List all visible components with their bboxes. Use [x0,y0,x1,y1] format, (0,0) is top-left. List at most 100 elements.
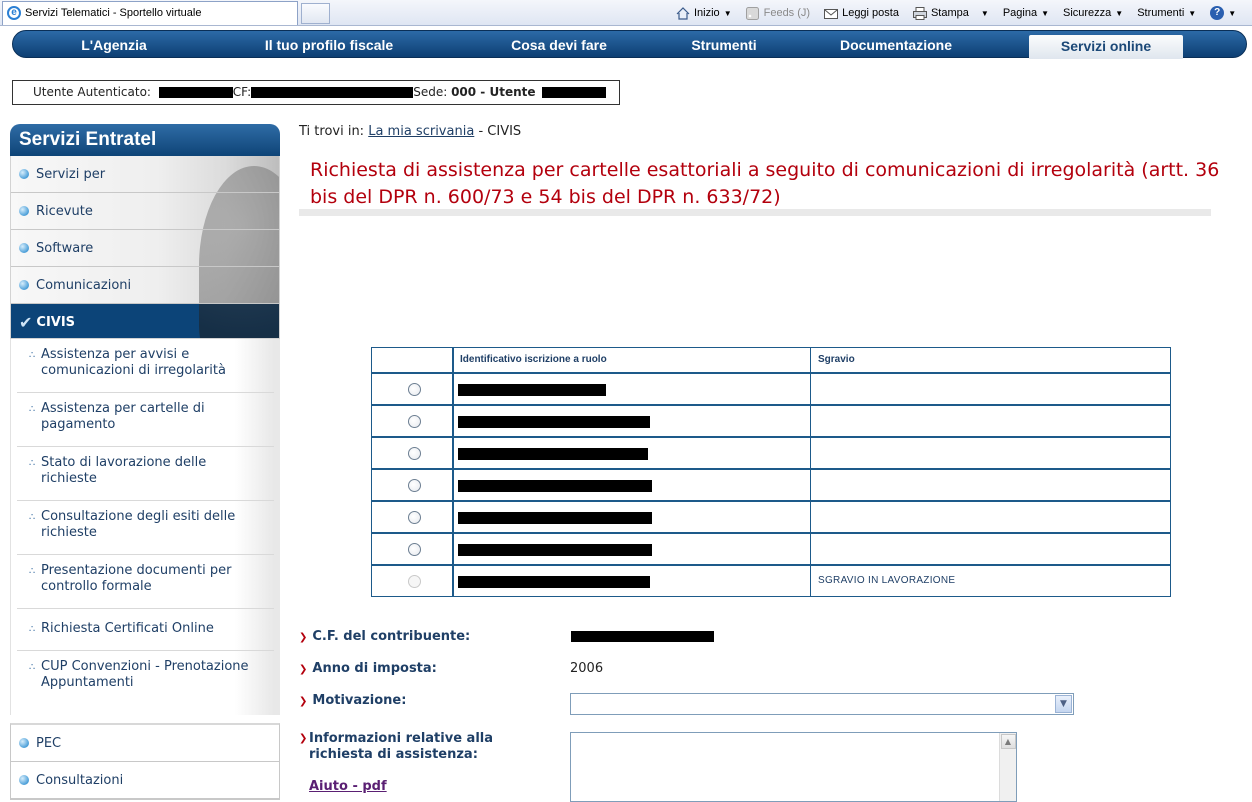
textarea-scrollbar[interactable]: ▲ [999,733,1016,801]
sidebar-item-label: Consultazioni [36,772,124,788]
row-select-radio[interactable] [408,543,421,556]
sidebar-item-label: CIVIS [36,315,76,330]
motivazione-select[interactable]: ▼ [570,693,1074,715]
chevron-down-icon[interactable]: ▼ [724,9,732,18]
bullet-icon [19,206,29,216]
info-textarea[interactable]: ▲ [570,732,1017,802]
sidebar-item-ricevute[interactable]: Ricevute [11,193,279,230]
iscrizioni-table: Identificativo iscrizione a ruolo Sgravi… [371,347,1171,597]
sidebar-item-servizi-per[interactable]: Servizi per [11,156,279,193]
row-select-radio[interactable] [408,447,421,460]
nav-item-cosa-devi-fare[interactable]: Cosa devi fare [489,31,629,59]
main-navigation: L'Agenzia Il tuo profilo fiscale Cosa de… [12,30,1247,59]
table-row [372,500,1170,532]
table-row [372,468,1170,500]
anno-value: 2006 [570,661,604,676]
arrow-icon: ❯ [299,733,308,744]
table-row [372,532,1170,564]
user-label: Utente Autenticato: [33,85,151,99]
sidebar-item-label: Ricevute [36,203,93,219]
print-icon [912,6,927,20]
dots-icon: ∴ [29,512,36,523]
row-select-radio[interactable] [408,415,421,428]
security-menu[interactable]: Sicurezza ▼ [1063,7,1123,19]
dots-icon: ∴ [29,350,36,361]
security-menu-label: Sicurezza [1063,7,1112,19]
dots-icon: ∴ [29,566,36,577]
redacted-identificativo [458,448,648,460]
cf-label-text: C.F. del contribuente: [312,629,471,644]
dots-icon: ∴ [29,458,36,469]
sidebar-item-consultazioni[interactable]: Consultazioni [11,762,279,799]
scroll-up-icon[interactable]: ▲ [1000,734,1016,749]
chevron-down-icon: ▼ [1115,8,1124,18]
help-pdf-link[interactable]: Aiuto - pdf [309,779,387,794]
submenu-item-label: Assistenza per avvisi e comunicazioni di… [41,347,226,378]
sidebar-background-image: Servizi per Ricevute Software Comunicazi… [10,156,280,339]
column-divider [452,348,454,596]
help-icon: ? [1210,6,1225,20]
nav-item-strumenti[interactable]: Strumenti [673,31,775,59]
submenu-item-label: Consultazione degli esiti delle richiest… [41,509,236,540]
ie-logo-icon: e [7,6,21,20]
nav-item-servizi-online[interactable]: Servizi online [1029,35,1183,59]
tools-menu[interactable]: Strumenti ▼ [1137,7,1196,19]
nav-item-agenzia[interactable]: L'Agenzia [57,31,171,59]
checkmark-icon: ✔ [19,313,33,332]
sidebar-item-label: Software [36,240,94,256]
submenu-item[interactable]: ∴ Richiesta Certificati Online [17,609,274,651]
dots-icon: ∴ [29,404,36,415]
breadcrumb-separator: - [478,124,484,139]
civis-submenu: ∴ Assistenza per avvisi e comunicazioni d… [10,339,280,715]
page-menu-label: Pagina [1002,7,1038,19]
sidebar-item-label: PEC [36,735,62,751]
submenu-item-label: Stato di lavorazione delle richieste [41,455,207,486]
submenu-item[interactable]: ∴ Stato di lavorazione delle richieste [17,447,274,501]
redacted-identificativo [458,576,650,588]
sidebar-item-pec[interactable]: PEC [11,725,279,762]
chevron-down-icon: ▼ [1188,8,1197,18]
nav-item-profilo-fiscale[interactable]: Il tuo profilo fiscale [239,31,419,59]
page-menu[interactable]: Pagina ▼ [1003,7,1049,19]
new-tab-button[interactable] [301,3,330,24]
authenticated-user-box: Utente Autenticato: CF: Sede: 000 - Utent… [12,80,620,105]
read-mail-button[interactable]: Leggi posta [824,7,899,20]
breadcrumb: Ti trovi in: La mia scrivania - CIVIS [299,124,521,139]
breadcrumb-link[interactable]: La mia scrivania [368,124,474,139]
row-select-radio[interactable] [408,511,421,524]
help-button[interactable]: ? ▼ [1210,6,1236,20]
breadcrumb-prefix: Ti trovi in: [299,124,365,139]
feeds-button[interactable]: Feeds (J) [745,6,810,20]
page-title: Richiesta di assistenza per cartelle esa… [310,159,1220,208]
sidebar-item-comunicazioni[interactable]: Comunicazioni [11,267,279,304]
cf-field-label: ❯ C.F. del contribuente: [299,629,470,644]
submenu-item[interactable]: ∴ Assistenza per avvisi e comunicazioni d… [17,339,274,393]
redacted-cf [251,87,414,98]
bullet-icon [19,738,29,748]
row-select-radio[interactable] [408,479,421,492]
dots-icon: ∴ [29,624,36,635]
chevron-down-icon[interactable]: ▼ [981,9,989,18]
browser-tab[interactable]: e Servizi Telematici - Sportello virtual… [2,1,298,25]
chevron-down-icon: ▼ [1228,8,1237,18]
sidebar-item-software[interactable]: Software [11,230,279,267]
sidebar-item-label: Servizi per [36,166,106,182]
home-button[interactable]: Inizio ▼ [676,6,732,20]
bullet-icon [19,169,29,179]
dots-icon: ∴ [29,662,36,673]
tools-menu-label: Strumenti [1137,7,1185,19]
submenu-item-label: Richiesta Certificati Online [41,621,214,636]
row-select-radio[interactable] [408,383,421,396]
submenu-item[interactable]: ∴ Assistenza per cartelle di pagamento [17,393,274,447]
anno-field-label: ❯ Anno di imposta: [299,661,437,676]
submenu-item[interactable]: ∴ Consultazione degli esiti delle richies… [17,501,274,555]
redacted-name [542,87,607,98]
print-button[interactable]: Stampa ▼ [912,6,989,20]
redacted-identificativo [458,512,652,524]
chevron-down-icon[interactable]: ▼ [1055,695,1072,713]
nav-item-documentazione[interactable]: Documentazione [819,31,973,59]
submenu-item[interactable]: ∴ Presentazione documenti per controllo f… [17,555,274,609]
submenu-item[interactable]: ∴ CUP Convenzioni - Prenotazione Appuntam… [17,651,274,715]
info-field-label: ❯ Informazioni relative alla richiesta di… [299,731,529,763]
sidebar-item-label: Comunicazioni [36,277,132,293]
